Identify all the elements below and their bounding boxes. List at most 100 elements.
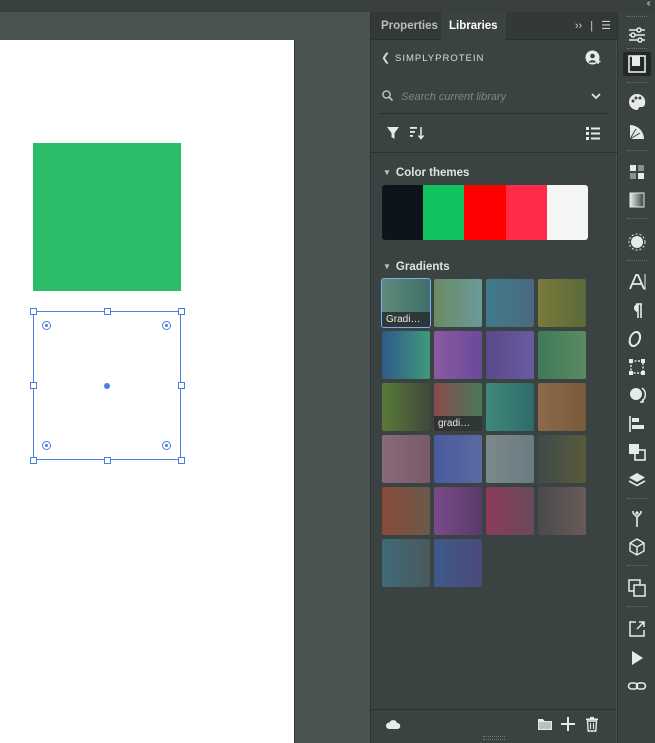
gradient-tile[interactable] (434, 331, 482, 379)
app-window: ‹‹ Properties Libraries ›› | ☰ ❮ SIMPLYP… (0, 0, 655, 743)
color-swatch[interactable] (464, 185, 506, 240)
panel-resize-grip[interactable] (483, 736, 505, 740)
appearance-icon[interactable] (627, 232, 647, 252)
sort-icon[interactable] (409, 125, 425, 141)
tab-properties[interactable]: Properties (373, 12, 446, 40)
gradient-tile[interactable] (486, 331, 534, 379)
color-swatch[interactable] (546, 185, 588, 240)
list-view-icon[interactable] (585, 125, 601, 141)
chevron-down-icon[interactable] (589, 89, 603, 103)
gradient-tile[interactable]: gradi… (434, 383, 482, 431)
gradient-tile[interactable] (434, 487, 482, 535)
filter-icon[interactable] (385, 125, 401, 141)
color-wheel-icon[interactable] (627, 122, 647, 142)
gradient-tile[interactable] (382, 331, 430, 379)
search-bar (381, 86, 603, 108)
resize-handle-s[interactable] (104, 457, 111, 464)
divider (371, 152, 617, 153)
resize-handle-se[interactable] (178, 457, 185, 464)
artboards-icon[interactable] (627, 578, 647, 598)
export-icon[interactable] (627, 619, 647, 639)
paragraph-icon[interactable] (627, 301, 647, 321)
invite-user-icon[interactable] (585, 50, 601, 66)
divider (379, 113, 609, 114)
expand-icon[interactable]: ›› (575, 20, 582, 32)
opentype-icon[interactable] (627, 329, 647, 349)
gradient-tile[interactable] (382, 539, 430, 587)
green-rectangle[interactable] (33, 143, 181, 291)
shape-builder-icon[interactable] (627, 385, 647, 405)
color-theme-swatches[interactable] (382, 185, 588, 240)
resize-handle-w[interactable] (30, 382, 37, 389)
resize-handle-sw[interactable] (30, 457, 37, 464)
color-palette-icon[interactable] (627, 92, 647, 112)
collapse-panels-icon[interactable]: ‹‹ (646, 0, 650, 9)
caret-down-icon[interactable]: ▼ (383, 262, 391, 271)
gradient-tile[interactable] (538, 435, 586, 483)
character-icon[interactable] (627, 272, 647, 292)
tab-libraries[interactable]: Libraries (441, 12, 506, 40)
gradient-icon[interactable] (627, 190, 647, 210)
gradient-tile[interactable] (538, 331, 586, 379)
resize-handle-ne[interactable] (178, 308, 185, 315)
toolbar-separator (627, 82, 647, 85)
gradient-tile[interactable] (382, 487, 430, 535)
library-header: ❮ SIMPLYPROTEIN (371, 48, 617, 70)
gradient-tile[interactable] (382, 435, 430, 483)
color-swatch[interactable] (505, 185, 547, 240)
gradient-tile[interactable] (486, 435, 534, 483)
resize-handle-nw[interactable] (30, 308, 37, 315)
properties-icon[interactable] (627, 25, 647, 45)
pathfinder-icon[interactable] (627, 442, 647, 462)
play-icon[interactable] (627, 648, 647, 668)
gradient-tile[interactable] (486, 383, 534, 431)
search-input[interactable] (401, 87, 581, 107)
gradient-tile[interactable]: Gradi… (381, 278, 431, 328)
panel-footer (371, 709, 617, 739)
corner-radius-widget[interactable] (42, 441, 51, 450)
color-themes-header[interactable]: ▼ Color themes (383, 167, 469, 179)
gradient-label: Gradi… (382, 312, 430, 327)
color-swatch[interactable] (382, 185, 424, 240)
cloud-icon[interactable] (385, 716, 401, 732)
libraries-icon[interactable] (627, 54, 647, 74)
layers-icon[interactable] (627, 470, 647, 490)
hamburger-menu-icon[interactable]: ☰ (601, 20, 611, 32)
links-icon[interactable] (627, 676, 647, 696)
gradient-tile[interactable] (382, 383, 430, 431)
gradient-tile[interactable] (434, 435, 482, 483)
gradient-tile[interactable] (538, 487, 586, 535)
gradient-tile[interactable] (538, 383, 586, 431)
swatches-icon[interactable] (627, 162, 647, 182)
caret-down-icon[interactable]: ▼ (383, 168, 391, 177)
back-chevron-icon[interactable]: ❮ (381, 51, 390, 64)
resize-handle-n[interactable] (104, 308, 111, 315)
toolbar-separator (627, 48, 647, 51)
new-folder-icon[interactable] (537, 716, 553, 732)
gradient-tile[interactable] (538, 279, 586, 327)
trash-icon[interactable] (584, 716, 600, 732)
asset-export-icon[interactable] (627, 509, 647, 529)
gradient-tile[interactable] (434, 279, 482, 327)
3d-materials-icon[interactable] (627, 537, 647, 557)
transform-icon[interactable] (627, 357, 647, 377)
gradient-tile[interactable] (486, 487, 534, 535)
panel-menu[interactable]: ›› | ☰ (570, 19, 611, 32)
library-name[interactable]: SIMPLYPROTEIN (395, 53, 484, 64)
corner-radius-widget[interactable] (42, 321, 51, 330)
libraries-icon-bg[interactable] (623, 52, 651, 76)
color-swatch[interactable] (423, 185, 465, 240)
toolbar-separator (627, 565, 647, 568)
center-point (104, 383, 110, 389)
add-icon[interactable] (560, 716, 576, 732)
resize-handle-e[interactable] (178, 382, 185, 389)
library-toolbar (371, 120, 617, 148)
corner-radius-widget[interactable] (162, 321, 171, 330)
gradient-tile[interactable] (486, 279, 534, 327)
gradient-label: gradi… (434, 416, 482, 431)
gradients-header[interactable]: ▼ Gradients (383, 261, 450, 273)
toolbar-separator (627, 218, 647, 221)
gradient-tile[interactable] (434, 539, 482, 587)
align-icon[interactable] (627, 414, 647, 434)
corner-radius-widget[interactable] (162, 441, 171, 450)
